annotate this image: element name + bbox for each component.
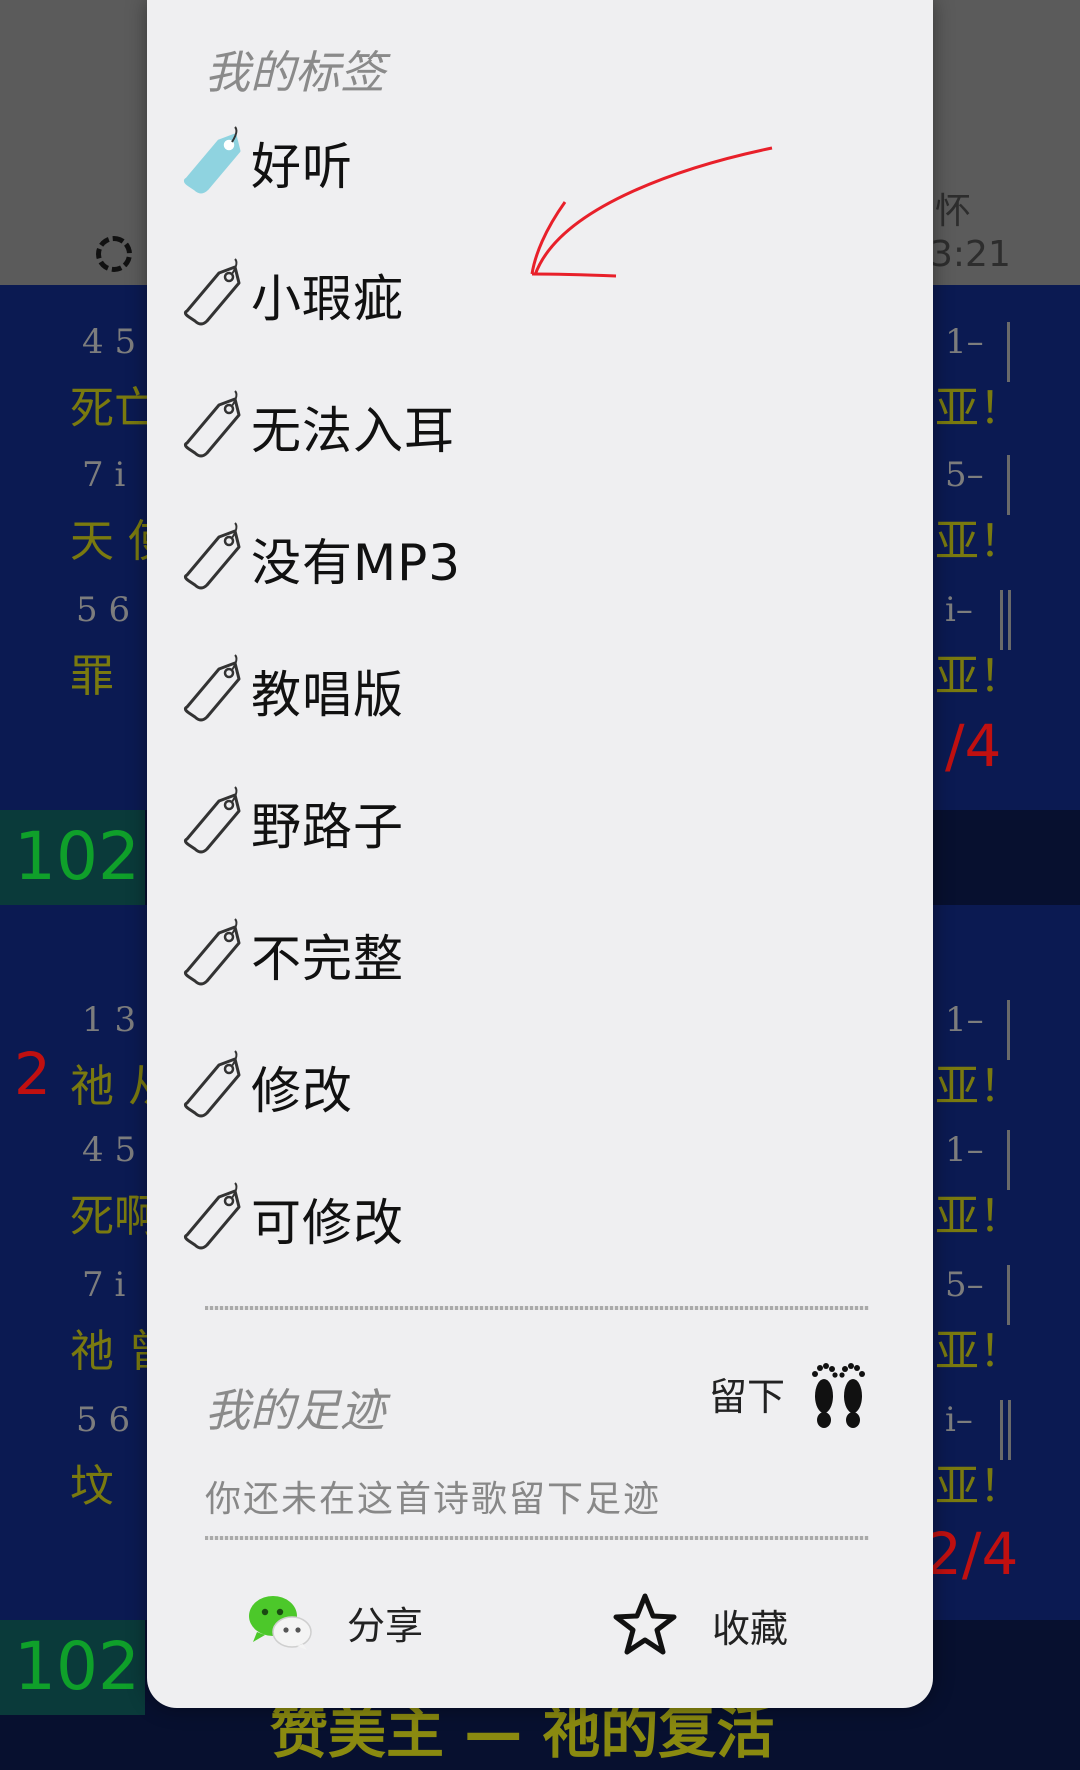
tag-item[interactable]: 可修改 xyxy=(177,1174,697,1264)
divider-top xyxy=(205,1306,869,1310)
leave-footprint-button[interactable]: 留下 xyxy=(709,1356,871,1430)
tag-icon xyxy=(183,654,241,722)
tag-icon xyxy=(183,786,241,854)
tag-icon xyxy=(183,258,241,326)
tag-label: 不完整 xyxy=(251,930,404,988)
header-right-char: 怀 xyxy=(935,191,972,232)
tag-label: 修改 xyxy=(251,1062,353,1120)
tag-icon xyxy=(183,1050,241,1118)
star-icon xyxy=(613,1593,677,1655)
meter-2: 2/4 xyxy=(925,1520,1019,1588)
tag-label: 好听 xyxy=(251,138,353,196)
footprints-empty-message: 你还未在这首诗歌留下足迹 xyxy=(205,1479,662,1520)
divider-bottom xyxy=(205,1536,869,1540)
tag-item[interactable]: 小瑕疵 xyxy=(177,250,697,340)
leave-label: 留下 xyxy=(708,1374,785,1419)
tag-item[interactable]: 无法入耳 xyxy=(177,382,697,472)
tags-title: 我的标签 xyxy=(205,46,386,99)
tag-icon xyxy=(183,522,241,590)
hymn-number-1: 102 xyxy=(14,818,140,895)
tag-label: 可修改 xyxy=(251,1194,404,1252)
tag-sheet: 我的标签 好听小瑕疵无法入耳没有MP3 教唱版野路子不完整修改可修改 我的足迹 留… xyxy=(147,0,933,1708)
tag-item[interactable]: 好听 xyxy=(177,118,697,208)
tag-item[interactable]: 教唱版 xyxy=(177,646,697,736)
hymn-number-2: 102 xyxy=(14,1628,140,1705)
favorite-button[interactable]: 收藏 xyxy=(612,1592,788,1658)
tag-item[interactable]: 野路子 xyxy=(177,778,697,868)
footprints-icon xyxy=(812,1363,865,1428)
tag-icon xyxy=(183,918,241,986)
tag-item[interactable]: 没有MP3 xyxy=(177,514,697,604)
header-time: 3:21 xyxy=(930,234,1011,275)
tag-label: 无法入耳 xyxy=(251,402,455,460)
tag-label: 没有MP3 xyxy=(251,534,462,592)
meter-1: /4 xyxy=(945,712,1002,780)
wechat-icon xyxy=(249,1596,312,1650)
verse-number: 2 xyxy=(14,1040,51,1108)
share-button[interactable]: 分享 xyxy=(247,1592,423,1652)
favorite-label: 收藏 xyxy=(712,1606,789,1651)
tag-label: 野路子 xyxy=(251,798,404,856)
loading-icon xyxy=(96,236,132,272)
tag-item[interactable]: 不完整 xyxy=(177,910,697,1000)
tag-label: 小瑕疵 xyxy=(251,270,404,328)
tag-item[interactable]: 修改 xyxy=(177,1042,697,1132)
share-label: 分享 xyxy=(347,1603,424,1648)
tag-icon xyxy=(183,390,241,458)
tag-label: 教唱版 xyxy=(251,666,404,724)
tag-icon xyxy=(183,1182,241,1250)
tag-icon xyxy=(183,126,241,194)
footprints-title: 我的足迹 xyxy=(205,1384,386,1437)
